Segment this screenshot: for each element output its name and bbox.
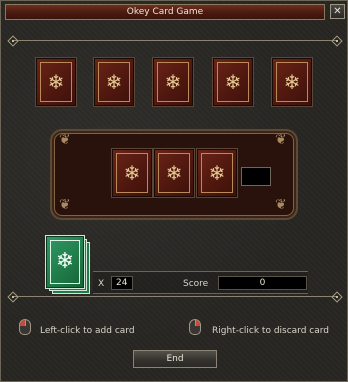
end-button[interactable]: End xyxy=(133,350,217,368)
left-click-mouse-icon xyxy=(19,319,31,335)
mouse-divider xyxy=(25,320,26,326)
snowflake-icon: ❄ xyxy=(105,70,123,94)
close-icon: ✕ xyxy=(333,6,342,17)
tray-scroll-ornament: ❦ xyxy=(275,197,287,213)
snowflake-icon: ❄ xyxy=(164,70,182,94)
frame-corner-ornament xyxy=(330,290,344,304)
snowflake-icon: ❄ xyxy=(208,161,226,185)
hand-card-3[interactable]: ❄ xyxy=(196,148,238,198)
draw-card-slot-3[interactable]: ❄ xyxy=(152,57,194,107)
frame-corner-ornament xyxy=(6,34,20,48)
tray-scroll-ornament: ❦ xyxy=(59,132,71,148)
snowflake-icon: ❄ xyxy=(283,70,301,94)
tray-scroll-ornament: ❦ xyxy=(275,132,287,148)
frame-corner-ornament xyxy=(330,34,344,48)
snowflake-icon: ❄ xyxy=(55,249,75,274)
draw-card-slot-2[interactable]: ❄ xyxy=(93,57,135,107)
draw-card-slot-4[interactable]: ❄ xyxy=(212,57,254,107)
right-click-hint: Right-click to discard card xyxy=(212,326,330,336)
window-title: Okey Card Game xyxy=(126,7,204,17)
tray-scroll-ornament: ❦ xyxy=(59,197,71,213)
draw-card-slot-5[interactable]: ❄ xyxy=(271,57,313,107)
snowflake-icon: ❄ xyxy=(47,70,65,94)
left-click-hint: Left-click to add card xyxy=(40,326,135,336)
deck-count-value: 24 xyxy=(111,276,133,290)
tray-extra-slot xyxy=(241,167,271,186)
close-button[interactable]: ✕ xyxy=(330,4,345,19)
right-click-mouse-icon xyxy=(189,319,201,335)
title-bar[interactable]: Okey Card Game xyxy=(5,4,325,20)
okey-game-window: Okey Card Game ✕ ❄ ❄ ❄ ❄ ❄ ❦ ❦ ❦ ❦ ❄ ❄ ❄… xyxy=(0,0,348,382)
snowflake-icon: ❄ xyxy=(165,161,183,185)
score-label: Score xyxy=(183,279,209,289)
snowflake-icon: ❄ xyxy=(123,161,141,185)
hand-card-1[interactable]: ❄ xyxy=(111,148,153,198)
frame-corner-ornament xyxy=(6,290,20,304)
draw-card-slot-1[interactable]: ❄ xyxy=(35,57,77,107)
deck-count-prefix: X xyxy=(98,279,105,289)
deck-top-card: ❄ xyxy=(45,235,85,289)
hand-card-2[interactable]: ❄ xyxy=(153,148,195,198)
mouse-divider xyxy=(195,320,196,326)
score-value: 0 xyxy=(218,276,307,290)
card-deck[interactable]: ❄ xyxy=(45,235,90,294)
snowflake-icon: ❄ xyxy=(224,70,242,94)
